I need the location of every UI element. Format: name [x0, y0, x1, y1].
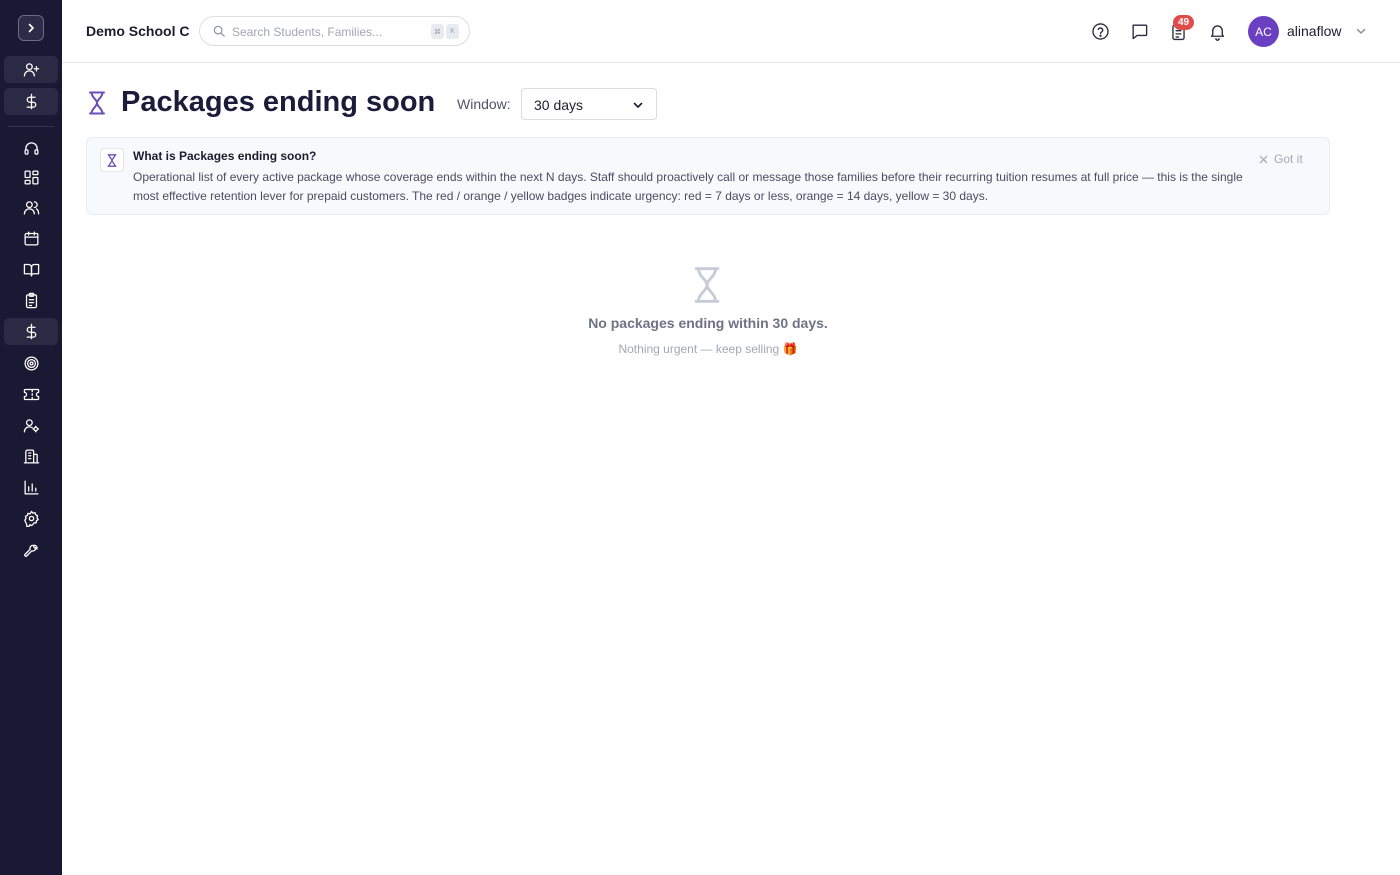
chevron-down-icon [633, 102, 643, 108]
close-icon [1259, 155, 1268, 163]
chevron-right-icon [28, 23, 34, 33]
sidebar-item-tickets[interactable] [4, 381, 58, 408]
messages-button[interactable] [1128, 20, 1150, 42]
info-icon-box [100, 148, 124, 172]
info-title: What is Packages ending soon? [133, 149, 317, 163]
user-settings-icon [23, 419, 39, 433]
sidebar-item-billing[interactable] [4, 88, 58, 115]
window-label: Window: [457, 96, 511, 112]
sidebar-item-add-user[interactable] [4, 56, 58, 83]
sidebar-item-tools[interactable] [4, 536, 58, 563]
clipboard-icon [25, 292, 37, 309]
dollar-icon [26, 323, 36, 340]
hourglass-icon [694, 267, 720, 303]
headset-icon [23, 142, 39, 155]
target-icon [23, 356, 39, 371]
sidebar-item-support[interactable] [4, 135, 58, 162]
got-it-button[interactable]: Got it [1259, 152, 1303, 166]
info-body: Operational list of every active package… [133, 170, 1243, 203]
sidebar-item-locations[interactable] [4, 443, 58, 470]
sidebar-item-goals[interactable] [4, 350, 58, 377]
sidebar-item-finance[interactable] [4, 318, 58, 345]
info-panel: What is Packages ending soon? Operationa… [86, 137, 1330, 215]
search-icon [213, 25, 225, 37]
global-search[interactable]: ⌘ K [199, 16, 470, 46]
bell-icon [1210, 24, 1224, 41]
sidebar-toggle-button[interactable] [18, 15, 44, 41]
empty-state-title: No packages ending within 30 days. [588, 315, 828, 331]
bar-chart-icon [23, 480, 39, 495]
sidebar-item-users[interactable] [4, 194, 58, 221]
page-title: Packages ending soon [121, 86, 436, 118]
sidebar-item-reports[interactable] [4, 474, 58, 501]
notifications-button[interactable] [1206, 20, 1228, 42]
gear-icon [23, 510, 39, 527]
shortcut-key-k: K [446, 24, 459, 39]
ticket-icon [23, 388, 39, 401]
sidebar-item-staff[interactable] [4, 412, 58, 439]
window-select-value: 30 days [534, 97, 584, 113]
sidebar [0, 0, 62, 875]
dollar-icon [26, 93, 36, 110]
search-input[interactable] [232, 23, 422, 41]
chevron-down-icon[interactable] [1355, 25, 1367, 37]
sidebar-item-courses[interactable] [4, 256, 58, 283]
hourglass-icon [89, 91, 105, 115]
sidebar-item-dashboard[interactable] [4, 164, 58, 191]
book-icon [23, 263, 39, 277]
building-icon [23, 449, 39, 464]
got-it-label: Got it [1274, 152, 1303, 166]
sidebar-divider [8, 126, 54, 127]
empty-state-subtitle: Nothing urgent — keep selling 🎁 [618, 342, 798, 356]
user-name[interactable]: alinaflow [1287, 23, 1341, 39]
help-button[interactable] [1089, 20, 1111, 42]
users-icon [23, 201, 39, 215]
sidebar-item-settings[interactable] [4, 505, 58, 532]
wrench-icon [23, 544, 38, 557]
tasks-count-badge: 49 [1173, 15, 1194, 30]
user-avatar[interactable]: AC [1248, 16, 1279, 47]
hourglass-icon [107, 153, 117, 167]
calendar-icon [23, 231, 39, 246]
sidebar-item-attendance[interactable] [4, 287, 58, 314]
help-circle-icon [1091, 22, 1109, 40]
chat-bubble-icon [1131, 23, 1147, 39]
sidebar-item-calendar[interactable] [4, 225, 58, 252]
window-select[interactable]: 30 days [521, 88, 657, 120]
dashboard-grid-icon [23, 170, 39, 185]
top-header: Demo School C ⌘ K [62, 0, 1400, 63]
school-name[interactable]: Demo School C [86, 23, 189, 39]
shortcut-key-cmd: ⌘ [431, 24, 444, 39]
add-user-icon [23, 63, 39, 77]
